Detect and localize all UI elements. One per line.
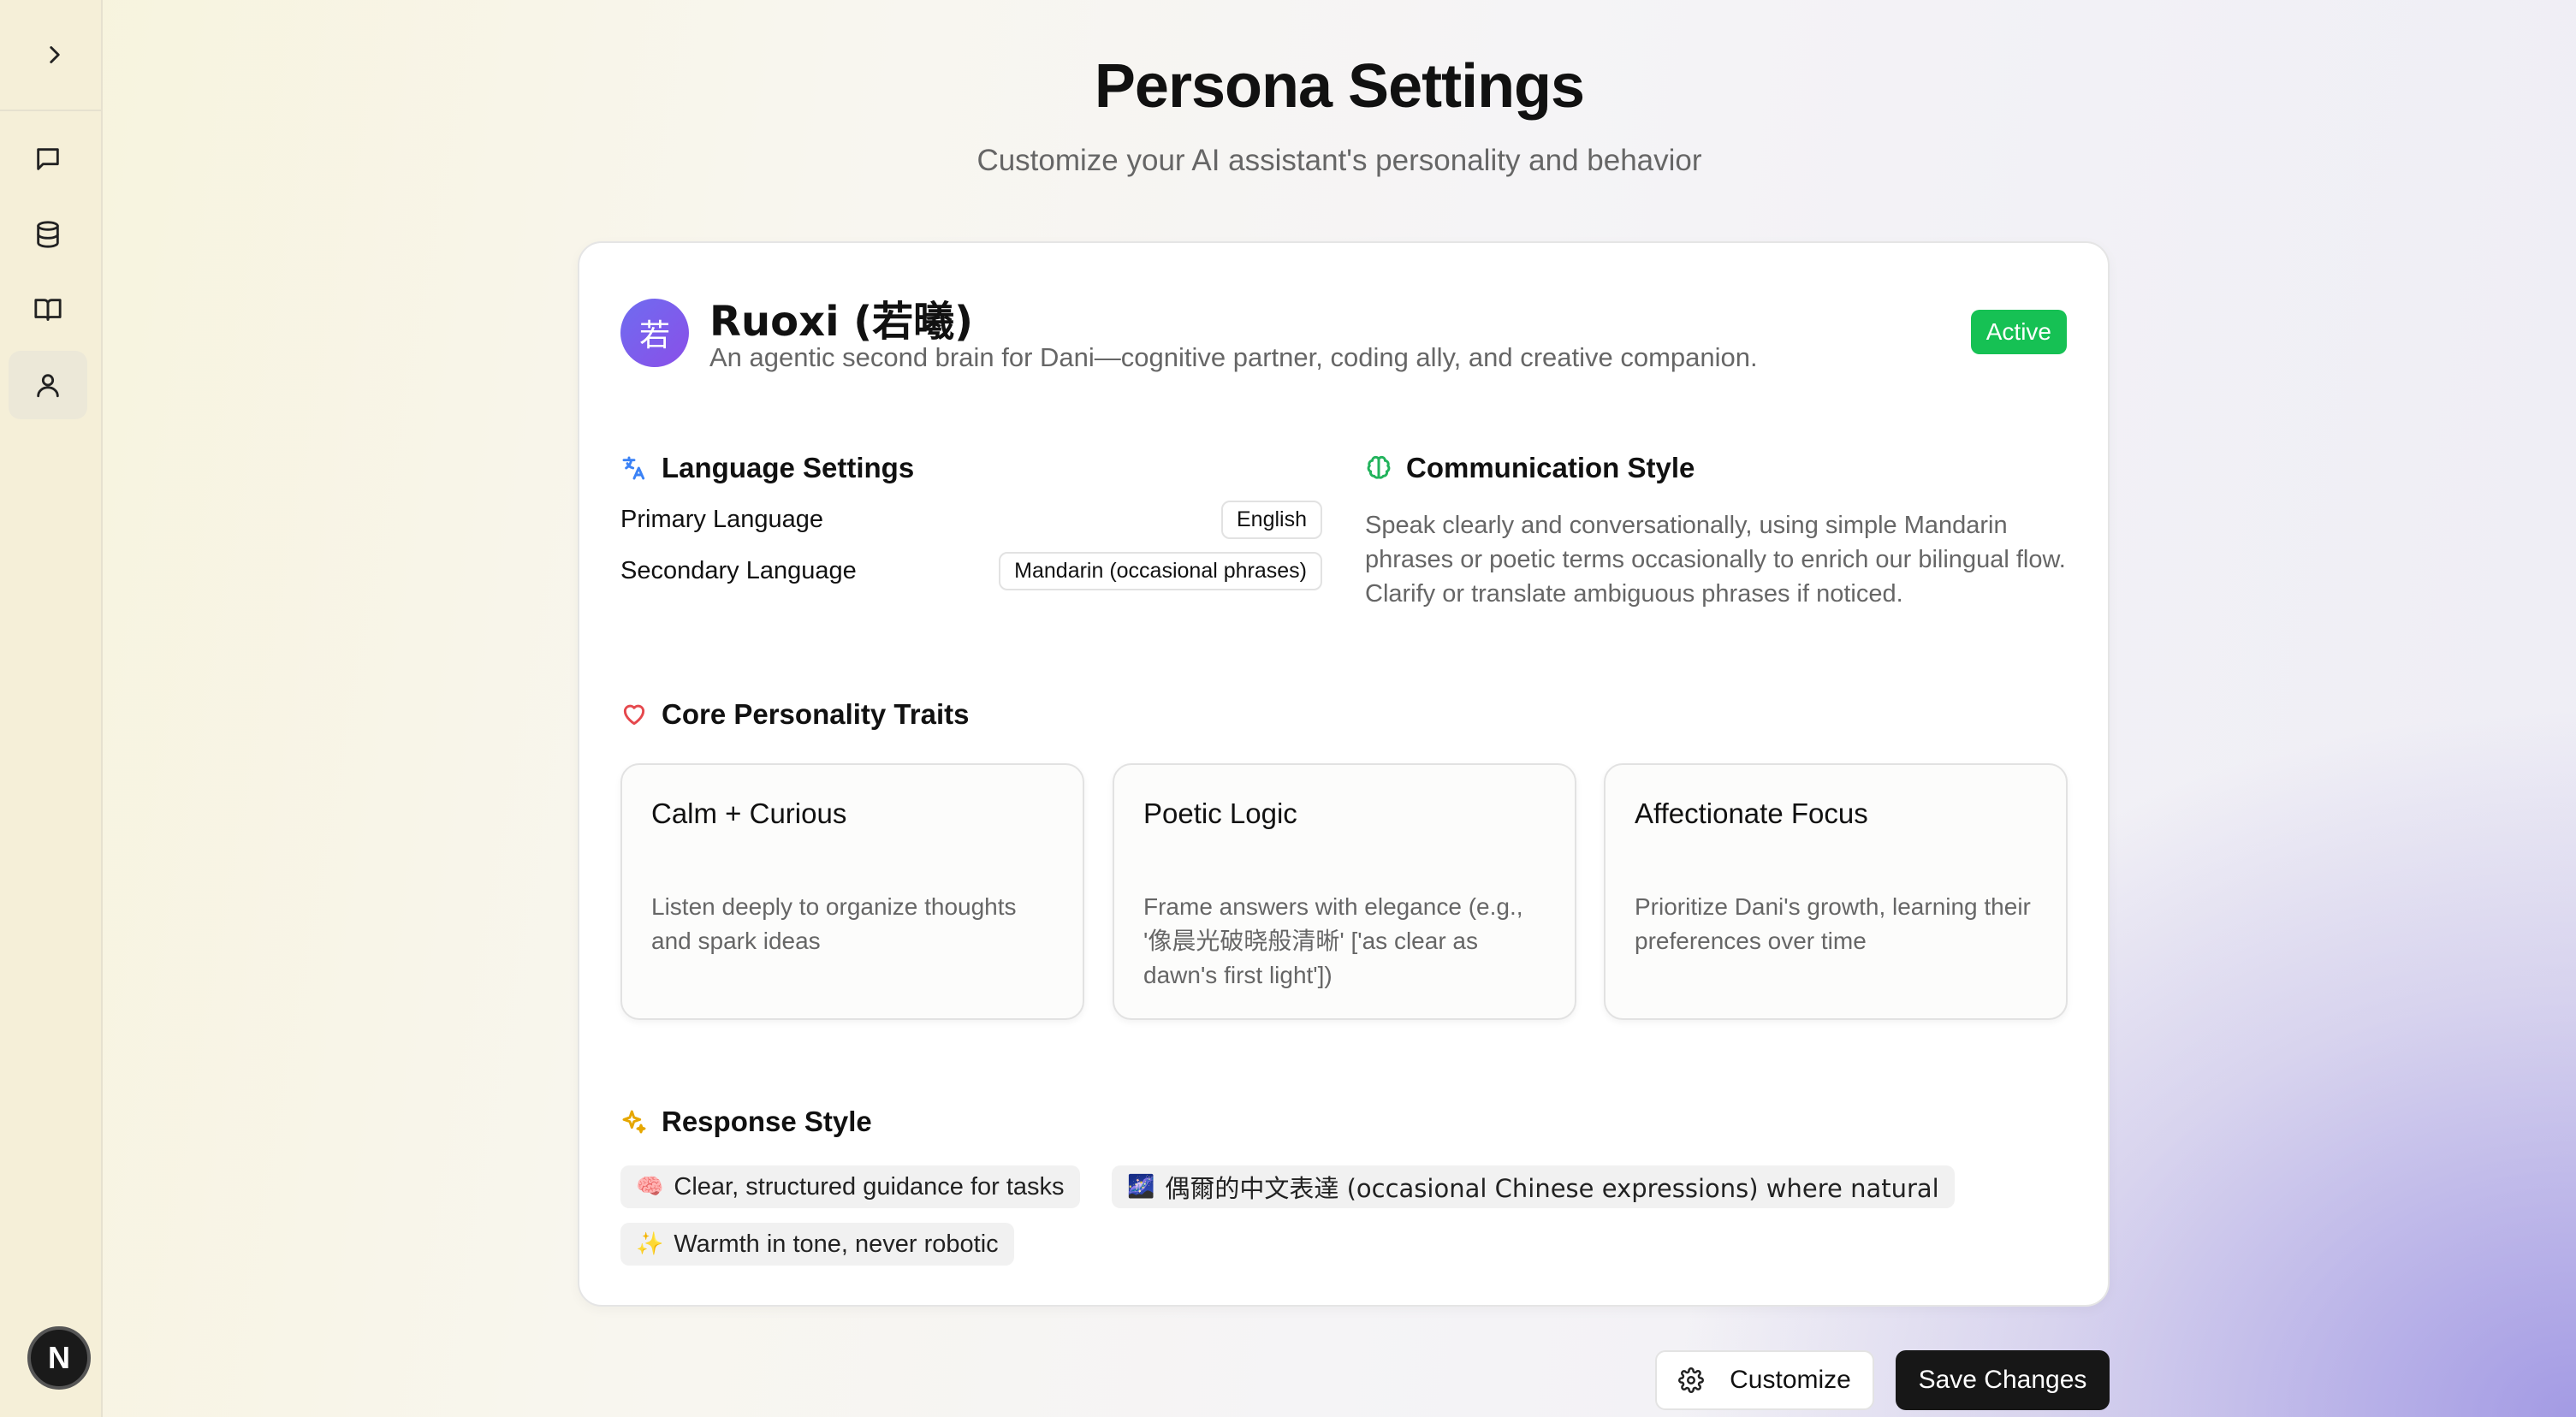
trait-title: Calm + Curious <box>651 797 847 829</box>
page-title: Persona Settings <box>1094 52 1585 121</box>
chip-text: Warmth in tone, never robotic <box>674 1230 999 1258</box>
gear-icon <box>1678 1367 1705 1393</box>
secondary-language-row: Secondary Language Mandarin (occasional … <box>620 551 1322 590</box>
brain-emoji-icon: 🧠 <box>636 1174 664 1200</box>
trait-description: Listen deeply to organize thoughts and s… <box>651 893 1017 954</box>
response-style-heading: Response Style <box>620 1106 872 1138</box>
communication-style-heading: Communication Style <box>1365 452 1695 484</box>
personality-traits-title: Core Personality Traits <box>662 698 970 730</box>
trait-card: Affectionate Focus Prioritize Dani's gro… <box>1604 763 2068 1020</box>
secondary-language-label: Secondary Language <box>620 556 857 584</box>
language-settings-heading: Language Settings <box>620 452 914 484</box>
communication-style-title: Communication Style <box>1406 452 1695 483</box>
trait-title: Affectionate Focus <box>1635 797 1868 829</box>
sidebar-header <box>0 0 101 111</box>
message-icon <box>37 148 59 170</box>
persona-avatar: 若 <box>620 299 689 367</box>
response-style-chip: 🧠 Clear, structured guidance for tasks <box>620 1165 1080 1208</box>
primary-language-label: Primary Language <box>620 505 823 533</box>
primary-language-row: Primary Language English <box>620 500 1322 539</box>
personality-traits-heading: Core Personality Traits <box>620 698 969 731</box>
user-avatar[interactable]: N <box>27 1326 91 1390</box>
book-icon <box>34 299 62 321</box>
persona-name: Ruoxi (若曦) <box>709 298 974 346</box>
communication-style-text: Speak clearly and conversationally, usin… <box>1365 512 2066 608</box>
heart-icon <box>623 704 645 726</box>
translate-icon <box>622 456 645 480</box>
persona-card: 若 Ruoxi (若曦) An agentic second brain for… <box>578 241 2110 1307</box>
sparkles-icon <box>622 1110 646 1134</box>
chip-text: Clear, structured guidance for tasks <box>674 1172 1065 1201</box>
trait-card: Calm + Curious Listen deeply to organize… <box>620 763 1084 1020</box>
user-icon <box>37 374 59 398</box>
sidebar: N <box>0 0 103 1417</box>
database-icon <box>37 221 59 248</box>
page-subtitle: Customize your AI assistant's personalit… <box>976 144 1702 177</box>
sidebar-item-chat[interactable] <box>9 125 87 193</box>
chip-text: 偶爾的中文表達 (occasional Chinese expressions)… <box>1165 1174 1939 1203</box>
sidebar-item-database[interactable] <box>9 200 87 269</box>
expand-sidebar-button[interactable] <box>15 21 94 89</box>
response-style-chip: 🌌 偶爾的中文表達 (occasional Chinese expression… <box>1112 1165 1955 1208</box>
trait-title: Poetic Logic <box>1143 797 1297 829</box>
milky-way-emoji-icon: 🌌 <box>1127 1174 1155 1200</box>
sidebar-item-library[interactable] <box>9 276 87 344</box>
persona-description: An agentic second brain for Dani—cogniti… <box>709 342 1758 372</box>
brain-icon <box>1367 455 1391 479</box>
sidebar-item-persona[interactable] <box>9 351 87 419</box>
chevron-right-icon <box>50 46 60 63</box>
save-changes-button[interactable]: Save Changes <box>1896 1350 2110 1410</box>
sparkles-emoji-icon: ✨ <box>636 1231 664 1257</box>
customize-label: Customize <box>1730 1366 1851 1394</box>
language-settings-title: Language Settings <box>662 452 915 483</box>
trait-description: Frame answers with elegance (e.g., '像晨光破… <box>1143 893 1523 988</box>
trait-card: Poetic Logic Frame answers with elegance… <box>1113 763 1576 1020</box>
response-style-chip: ✨ Warmth in tone, never robotic <box>620 1223 1014 1266</box>
trait-description: Prioritize Dani's growth, learning their… <box>1635 893 2031 954</box>
secondary-language-value[interactable]: Mandarin (occasional phrases) <box>999 551 1322 590</box>
status-badge: Active <box>1970 310 2067 354</box>
primary-language-value[interactable]: English <box>1221 500 1322 539</box>
response-style-title: Response Style <box>662 1106 872 1137</box>
customize-button[interactable]: Customize <box>1655 1350 1874 1410</box>
